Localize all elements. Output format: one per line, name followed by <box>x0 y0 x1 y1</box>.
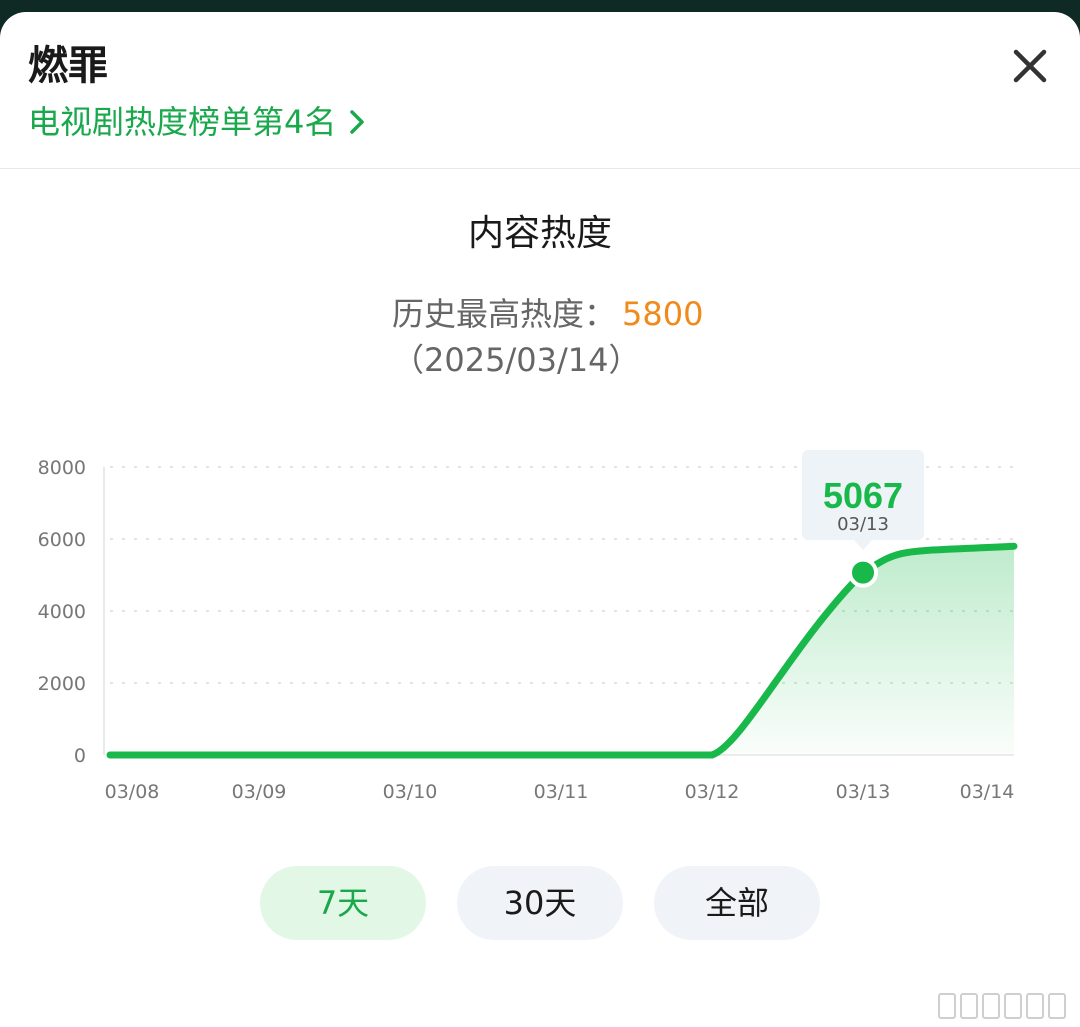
y-tick-label: 2000 <box>38 673 86 695</box>
highlight-point[interactable] <box>848 557 878 588</box>
x-tick-label: 03/10 <box>383 781 438 803</box>
heat-sheet: 燃罪 电视剧热度榜单第4名 内容热度 历史最高热度： 5800 （2025/03/… <box>0 12 1080 1027</box>
filter-all[interactable]: 全部 <box>654 866 820 940</box>
chart-tooltip: 5067 03/13 <box>802 450 924 550</box>
x-tick-label: 03/11 <box>534 781 589 803</box>
heat-chart: 0 2000 4000 6000 8000 03/08 03/09 03/10 03/11 03/… <box>38 450 1018 803</box>
watermark-icon <box>938 993 1066 1019</box>
area-fill <box>110 546 1014 755</box>
filter-7-days[interactable]: 7天 <box>260 866 426 940</box>
x-tick-label: 03/09 <box>232 781 287 803</box>
tooltip-date: 03/13 <box>837 514 889 535</box>
y-tick-label: 8000 <box>38 457 86 479</box>
x-tick-label: 03/14 <box>960 781 1015 803</box>
y-tick-label: 6000 <box>38 529 86 551</box>
y-tick-label: 4000 <box>38 601 86 623</box>
tooltip-pointer <box>854 540 872 550</box>
x-tick-label: 03/08 <box>105 781 160 803</box>
y-tick-label: 0 <box>74 745 86 767</box>
filter-30-days[interactable]: 30天 <box>457 866 623 940</box>
tooltip-value: 5067 <box>823 475 903 516</box>
x-tick-label: 03/13 <box>836 781 891 803</box>
range-filters: 7天 30天 全部 <box>0 866 1080 942</box>
x-tick-label: 03/12 <box>685 781 740 803</box>
